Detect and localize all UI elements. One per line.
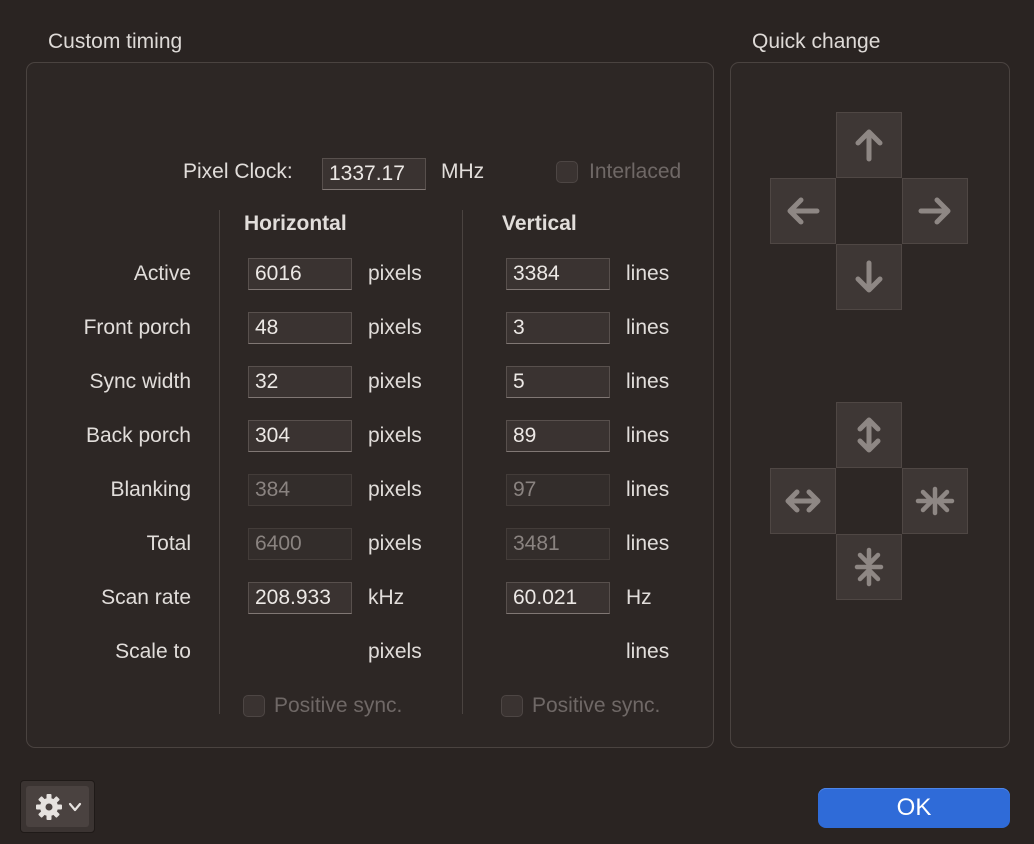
row-label-blanking: Blanking — [110, 478, 191, 501]
interlaced-label: Interlaced — [589, 160, 682, 183]
h-unit: pixels — [368, 370, 422, 393]
h-blanking-field: 384 — [248, 474, 352, 506]
separator-left — [219, 210, 220, 714]
move-up-button[interactable] — [836, 112, 902, 178]
shrink-horizontal-button[interactable] — [902, 468, 968, 534]
move-left-button[interactable] — [770, 178, 836, 244]
h-positive-sync-label: Positive sync. — [274, 694, 403, 717]
ok-button[interactable]: OK — [818, 788, 1010, 828]
move-pad-center — [836, 178, 902, 244]
h-total-field: 6400 — [248, 528, 352, 560]
h-front-porch-field[interactable]: 48 — [248, 312, 352, 344]
v-unit: lines — [626, 532, 670, 555]
pixel-clock-unit: MHz — [441, 160, 485, 183]
v-unit: lines — [626, 478, 670, 501]
row-label-scale-to: Scale to — [115, 640, 191, 663]
custom-timing-title: Custom timing — [48, 30, 183, 53]
v-blanking-field: 97 — [506, 474, 610, 506]
v-active-field[interactable]: 3384 — [506, 258, 610, 290]
h-active-field[interactable]: 6016 — [248, 258, 352, 290]
v-positive-sync-checkbox[interactable] — [501, 695, 523, 717]
interlaced-checkbox[interactable] — [556, 161, 578, 183]
arrow-down-icon — [855, 260, 883, 293]
move-right-button[interactable] — [902, 178, 968, 244]
action-menu-button[interactable] — [20, 780, 95, 833]
vertical-header: Vertical — [502, 212, 577, 235]
v-front-porch-field[interactable]: 3 — [506, 312, 610, 344]
quick-change-title: Quick change — [752, 30, 881, 53]
v-unit: lines — [626, 316, 670, 339]
shrink-vertical-icon — [854, 547, 884, 587]
v-sync-width-field[interactable]: 5 — [506, 366, 610, 398]
expand-horizontal-button[interactable] — [770, 468, 836, 534]
h-scan-rate-field[interactable]: 208.933 — [248, 582, 352, 614]
shrink-vertical-button[interactable] — [836, 534, 902, 600]
v-unit: Hz — [626, 586, 652, 609]
h-unit: pixels — [368, 478, 422, 501]
h-back-porch-field[interactable]: 304 — [248, 420, 352, 452]
row-label-front-porch: Front porch — [83, 316, 191, 339]
row-label-sync-width: Sync width — [89, 370, 191, 393]
horizontal-header: Horizontal — [244, 212, 347, 235]
h-unit: pixels — [368, 424, 422, 447]
v-unit: lines — [626, 370, 670, 393]
pixel-clock-label: Pixel Clock: — [183, 160, 293, 183]
h-positive-sync-checkbox[interactable] — [243, 695, 265, 717]
h-unit: pixels — [368, 262, 422, 285]
pixel-clock-field[interactable]: 1337.17 — [322, 158, 426, 190]
row-label-scan-rate: Scan rate — [101, 586, 191, 609]
arrow-right-icon — [918, 197, 951, 225]
expand-vertical-icon — [857, 417, 881, 453]
arrow-up-icon — [855, 129, 883, 162]
v-positive-sync-label: Positive sync. — [532, 694, 661, 717]
separator-mid — [462, 210, 463, 714]
v-total-field: 3481 — [506, 528, 610, 560]
v-unit: lines — [626, 424, 670, 447]
gear-icon — [35, 793, 62, 820]
h-unit: pixels — [368, 316, 422, 339]
row-label-active: Active — [133, 262, 191, 285]
shrink-horizontal-icon — [915, 486, 955, 516]
row-label-total: Total — [146, 532, 191, 555]
arrow-left-icon — [787, 197, 820, 225]
h-unit: kHz — [368, 586, 405, 609]
resize-pad-center — [836, 468, 902, 534]
h-unit: pixels — [368, 640, 422, 663]
expand-vertical-button[interactable] — [836, 402, 902, 468]
v-scan-rate-field[interactable]: 60.021 — [506, 582, 610, 614]
h-unit: pixels — [368, 532, 422, 555]
v-unit: lines — [626, 640, 670, 663]
row-label-back-porch: Back porch — [85, 424, 191, 447]
h-sync-width-field[interactable]: 32 — [248, 366, 352, 398]
move-down-button[interactable] — [836, 244, 902, 310]
v-back-porch-field[interactable]: 89 — [506, 420, 610, 452]
v-unit: lines — [626, 262, 670, 285]
expand-horizontal-icon — [785, 489, 821, 513]
chevron-down-icon — [68, 802, 81, 811]
